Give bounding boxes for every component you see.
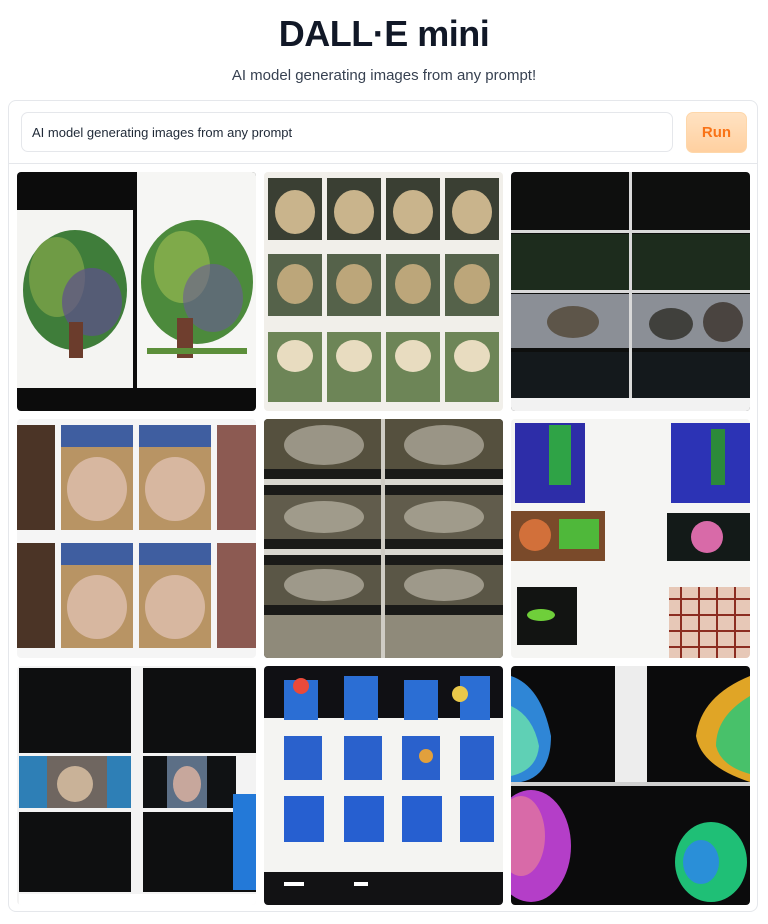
generated-image-9[interactable]	[511, 666, 750, 905]
generated-image-1[interactable]	[17, 172, 256, 411]
generated-image-6[interactable]	[511, 419, 750, 658]
generated-image-7[interactable]	[17, 666, 256, 905]
generator-panel: Run	[8, 100, 758, 912]
header: DALL·E mini AI model generating images f…	[0, 0, 768, 86]
run-button[interactable]: Run	[686, 112, 747, 153]
generated-image-2[interactable]	[264, 172, 503, 411]
page-subtitle: AI model generating images from any prom…	[231, 67, 537, 84]
generated-image-5[interactable]	[264, 419, 503, 658]
image-gallery	[17, 172, 753, 906]
generated-image-4[interactable]	[17, 419, 256, 658]
generated-image-8[interactable]	[264, 666, 503, 905]
generated-image-3[interactable]	[511, 172, 750, 411]
prompt-input[interactable]	[21, 112, 673, 152]
prompt-row: Run	[9, 101, 757, 164]
page-title: DALL·E mini	[278, 13, 490, 54]
